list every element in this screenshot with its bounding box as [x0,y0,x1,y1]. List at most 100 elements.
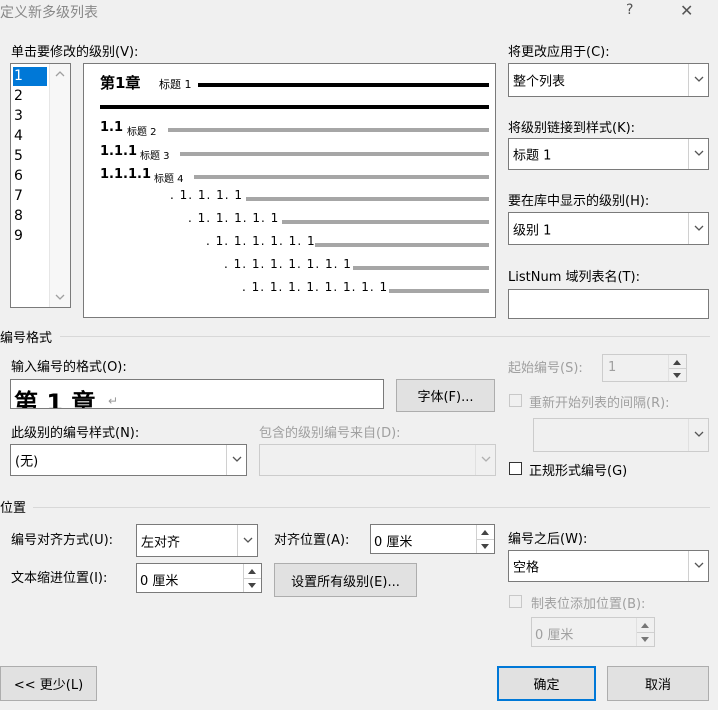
start-at-label: 起始编号(S): [508,361,583,376]
spin-up-button[interactable] [244,564,261,579]
text-indent-value: 0 厘米 [140,574,179,589]
tab-stop-spinner[interactable]: 0 厘米 [531,617,655,647]
legal-numbering-checkbox[interactable] [509,462,522,475]
number-format-input[interactable]: 第 1 章 ↵ [10,379,384,409]
number-format-value: 第 1 章 [14,389,96,409]
ok-button[interactable]: 确定 [497,666,596,701]
dropdown-button[interactable] [688,213,708,244]
aligned-at-value: 0 厘米 [374,535,413,550]
preview-line [198,83,489,87]
spin-up-button[interactable] [669,355,686,369]
alignment-label: 编号对齐方式(U): [11,533,114,548]
dropdown-button[interactable] [237,525,257,556]
level-list-label: 单击要修改的级别(V): [11,45,139,60]
tab-stop-checkbox[interactable] [509,595,522,608]
level-item[interactable]: 8 [14,206,23,226]
spin-up-icon [248,569,256,574]
follow-number-select[interactable]: 空格 [508,550,709,582]
dropdown-button[interactable] [475,445,495,475]
level-list-scrollbar[interactable] [49,64,70,307]
spin-down-button[interactable] [637,632,654,646]
text-indent-spinner[interactable]: 0 厘米 [136,563,262,593]
spin-down-button[interactable] [669,368,686,381]
preview-line [246,197,489,201]
preview-line [168,128,489,132]
preview-row-number: 1.1 [100,120,124,135]
set-all-levels-button[interactable]: 设置所有级别(E)... [274,563,417,597]
link-style-select[interactable]: 标题 1 [508,138,709,170]
preview-line [389,289,489,293]
format-label: 输入编号的格式(O): [11,360,127,375]
number-format-section-title: 编号格式 [0,331,53,346]
level-item[interactable]: 9 [14,226,23,246]
link-style-value: 标题 1 [513,148,552,164]
preview-heading-style: 标题 1 [159,78,192,91]
include-level-label: 包含的级别编号来自(D): [259,426,401,441]
preview-heading-number: 第1章 [100,74,141,92]
preview-row-number: 1.1.1 [100,144,138,159]
help-icon[interactable]: ? [626,2,633,18]
spin-up-button[interactable] [637,618,654,633]
gallery-level-label: 要在库中显示的级别(H): [508,194,650,209]
dropdown-button[interactable] [226,445,246,475]
preview-row-number: 1.1.1.1 [100,167,151,182]
listnum-input[interactable] [508,289,709,319]
section-divider [33,507,710,508]
number-style-label: 此级别的编号样式(N): [11,426,140,441]
preview-line [194,175,489,179]
level-item[interactable]: 6 [14,166,23,186]
dropdown-button[interactable] [688,551,708,581]
spin-down-icon [481,544,489,549]
spin-up-icon [673,359,681,365]
level-item[interactable]: 7 [14,186,23,206]
spin-up-button[interactable] [477,525,494,540]
scroll-up-icon[interactable] [55,71,65,77]
level-item[interactable]: 1 [14,66,23,86]
aligned-at-spinner[interactable]: 0 厘米 [370,524,495,554]
dropdown-button[interactable] [688,64,708,96]
preview-row-number: . 1. 1. 1. 1. 1. 1. 1 [224,257,352,271]
close-icon[interactable]: ✕ [680,1,693,20]
apply-to-select[interactable]: 整个列表 [508,63,709,97]
follow-number-label: 编号之后(W): [508,532,588,547]
chevron-down-icon [694,225,704,231]
alignment-select[interactable]: 左对齐 [136,524,258,557]
level-item[interactable]: 4 [14,126,23,146]
spin-down-button[interactable] [477,539,494,553]
preview-line [315,243,489,247]
preview-line [100,105,489,109]
spin-down-icon [248,583,256,588]
dropdown-button[interactable] [688,139,708,169]
font-button[interactable]: 字体(F)... [396,379,495,412]
paragraph-mark-icon: ↵ [108,394,119,408]
link-style-label: 将级别链接到样式(K): [508,121,636,136]
apply-to-value: 整个列表 [513,74,566,90]
less-button[interactable]: << 更少(L) [0,666,97,701]
number-style-select[interactable]: (无) [10,444,247,476]
spin-down-icon [673,372,681,378]
level-item[interactable]: 5 [14,146,23,166]
include-level-select[interactable] [259,444,496,476]
restart-select[interactable] [533,418,709,452]
preview-row-number: . 1. 1. 1. 1. 1. 1. 1. 1 [242,280,389,294]
level-item[interactable]: 2 [14,86,23,106]
preview-row-number: . 1. 1. 1. 1. 1 [188,211,280,225]
cancel-button[interactable]: 取消 [607,666,709,701]
title-bar: 定义新多级列表 ? ✕ [0,0,718,24]
start-at-spinner[interactable]: 1 [602,354,687,382]
spin-down-icon [641,637,649,642]
restart-checkbox[interactable] [509,394,522,407]
spin-down-button[interactable] [244,578,261,592]
listnum-label: ListNum 域列表名(T): [508,270,640,285]
alignment-value: 左对齐 [141,535,181,550]
gallery-level-select[interactable]: 级别 1 [508,212,709,245]
chevron-down-icon [694,76,704,82]
start-at-value: 1 [608,360,617,375]
spin-up-icon [641,623,649,628]
scroll-down-icon[interactable] [55,294,65,300]
tab-stop-value: 0 厘米 [535,628,574,643]
preview-row-number: . 1. 1. 1. 1. 1. 1 [206,234,316,248]
level-list[interactable]: 1 2 3 4 5 6 7 8 9 [10,63,71,308]
dropdown-button[interactable] [688,419,708,451]
level-item[interactable]: 3 [14,106,23,126]
